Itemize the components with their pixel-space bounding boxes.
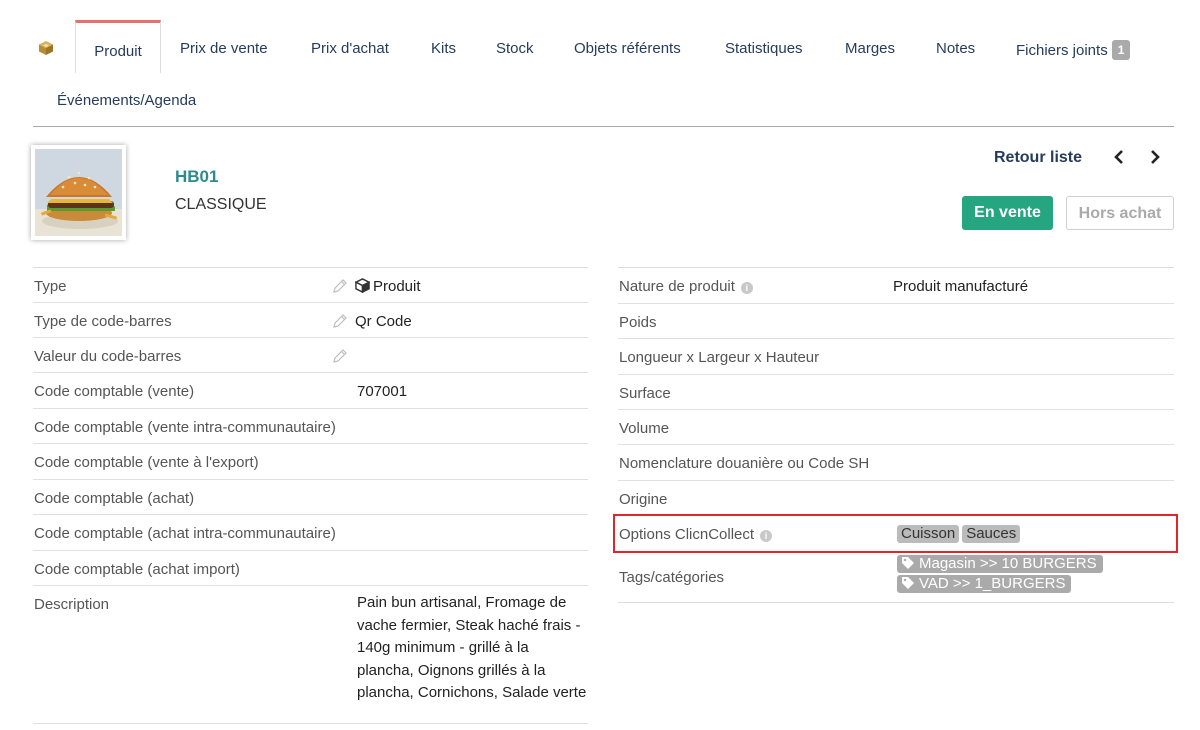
field-row-accounting-purchase: Code comptable (achat) — [33, 480, 588, 515]
category-tag-label: Magasin >> 10 BURGERS — [919, 555, 1097, 572]
on-sale-status-badge[interactable]: En vente — [962, 196, 1053, 230]
field-label: Type — [34, 278, 67, 295]
tab-label: Notes — [936, 40, 976, 57]
tab-bar: Produit Prix de vente Prix d'achat Kits … — [33, 20, 1174, 127]
field-row-surface: Surface — [618, 375, 1174, 410]
field-label: Valeur du code-barres — [34, 348, 182, 365]
field-value: Produit manufacturé — [893, 278, 1029, 295]
category-tag[interactable]: Magasin >> 10 BURGERS — [897, 555, 1103, 573]
field-row-accounting-sale-export: Code comptable (vente à l'export) — [33, 444, 588, 480]
pencil-icon[interactable] — [332, 348, 348, 364]
tab-prix-de-vente[interactable]: Prix de vente — [180, 40, 268, 72]
field-label: Poids — [619, 314, 657, 331]
product-fields-left: Type Produit Type de code-barres Qr Code… — [33, 267, 588, 724]
category-tags: Magasin >> 10 BURGERS VAD >> 1_BURGERS — [897, 555, 1157, 595]
tab-produit[interactable]: Produit — [75, 20, 161, 73]
field-row-dimensions: Longueur x Largeur x Hauteur — [618, 339, 1174, 375]
product-description: Pain bun artisanal, Fromage de vache fer… — [357, 594, 587, 701]
cube-icon — [354, 278, 371, 294]
chevron-left-icon — [1114, 150, 1123, 164]
cube-icon — [38, 40, 54, 56]
tab-label: Produit — [94, 43, 142, 60]
field-row-tags-categories: Tags/catégories Magasin >> 10 BURGERS VA… — [618, 552, 1174, 603]
tag-icon — [902, 577, 914, 589]
tab-stock[interactable]: Stock — [496, 40, 534, 72]
field-row-accounting-sale-intra: Code comptable (vente intra-communautair… — [33, 409, 588, 444]
tab-statistiques[interactable]: Statistiques — [725, 40, 803, 72]
field-row-description: Description Pain bun artisanal, Fromage … — [33, 586, 588, 724]
attachment-count-badge: 1 — [1111, 40, 1131, 60]
info-icon[interactable]: i — [740, 282, 753, 294]
field-label: Volume — [619, 420, 670, 437]
tab-label: Kits — [431, 40, 457, 57]
tab-marges[interactable]: Marges — [845, 40, 895, 72]
field-label: Origine — [619, 491, 668, 508]
product-label: CLASSIQUE — [175, 196, 267, 213]
tab-label: Événements/Agenda — [57, 92, 197, 109]
field-label: Nature de produit i — [619, 278, 753, 295]
field-value-type: Produit — [354, 278, 421, 295]
tab-label: Stock — [496, 40, 534, 57]
field-label-text: Nature de produit — [619, 278, 735, 295]
tab-label: Objets référents — [574, 40, 681, 57]
field-row-type: Type Produit — [33, 268, 588, 303]
field-value: Produit — [373, 278, 421, 295]
field-label: Surface — [619, 385, 671, 402]
tab-objets-referents[interactable]: Objets référents — [574, 40, 681, 72]
field-label: Code comptable (vente intra-communautair… — [34, 419, 336, 436]
field-row-weight: Poids — [618, 304, 1174, 339]
tab-label: Statistiques — [725, 40, 803, 57]
field-label: Longueur x Largeur x Hauteur — [619, 349, 820, 366]
previous-record-button[interactable] — [1113, 149, 1125, 170]
field-label: Description — [34, 596, 110, 613]
category-tag-label: VAD >> 1_BURGERS — [919, 575, 1066, 592]
field-label: Code comptable (achat) — [34, 490, 195, 507]
field-row-accounting-purchase-import: Code comptable (achat import) — [33, 551, 588, 586]
clicncollect-highlight-box — [613, 514, 1178, 553]
field-label: Code comptable (vente à l'export) — [34, 454, 259, 471]
field-row-barcode-type: Type de code-barres Qr Code — [33, 303, 588, 338]
next-record-button[interactable] — [1149, 149, 1161, 170]
field-row-accounting-sale: Code comptable (vente) 707001 — [33, 373, 588, 409]
field-label: Tags/catégories — [619, 569, 725, 586]
tab-notes[interactable]: Notes — [936, 40, 975, 72]
field-row-barcode-value: Valeur du code-barres — [33, 338, 588, 373]
field-label: Code comptable (vente) — [34, 383, 195, 400]
field-row-origin: Origine — [618, 481, 1174, 516]
field-row-accounting-purchase-intra: Code comptable (achat intra-communautair… — [33, 515, 588, 551]
chevron-right-icon — [1151, 150, 1160, 164]
field-label: Code comptable (achat intra-communautair… — [34, 525, 336, 542]
tab-prix-d-achat[interactable]: Prix d'achat — [311, 40, 389, 72]
field-value: 707001 — [357, 383, 408, 400]
product-photo[interactable] — [31, 145, 126, 240]
tab-label: Prix d'achat — [311, 40, 389, 57]
not-for-purchase-status-badge[interactable]: Hors achat — [1066, 196, 1174, 230]
tab-label: Prix de vente — [180, 40, 268, 57]
tab-label: Fichiers joints — [1016, 42, 1108, 59]
field-label: Type de code-barres — [34, 313, 172, 330]
field-row-product-nature: Nature de produit i Produit manufacturé — [618, 268, 1174, 304]
tab-evenements-agenda[interactable]: Événements/Agenda — [57, 92, 196, 124]
field-label: Nomenclature douanière ou Code SH — [619, 455, 870, 472]
field-value: Qr Code — [355, 313, 412, 330]
burger-image — [35, 149, 122, 236]
field-label: Code comptable (achat import) — [34, 561, 240, 578]
tab-fichiers-joints[interactable]: Fichiers joints 1 — [1016, 40, 1131, 72]
back-to-list-link[interactable]: Retour liste — [994, 149, 1082, 167]
field-row-customs-code: Nomenclature douanière ou Code SH — [618, 445, 1174, 481]
field-row-volume: Volume — [618, 410, 1174, 445]
product-ref: HB01 — [175, 167, 219, 186]
tag-icon — [902, 557, 914, 569]
pencil-icon[interactable] — [332, 313, 348, 329]
tab-label: Marges — [845, 40, 896, 57]
pencil-icon[interactable] — [332, 278, 348, 294]
tab-kits[interactable]: Kits — [431, 40, 456, 72]
category-tag[interactable]: VAD >> 1_BURGERS — [897, 575, 1072, 593]
